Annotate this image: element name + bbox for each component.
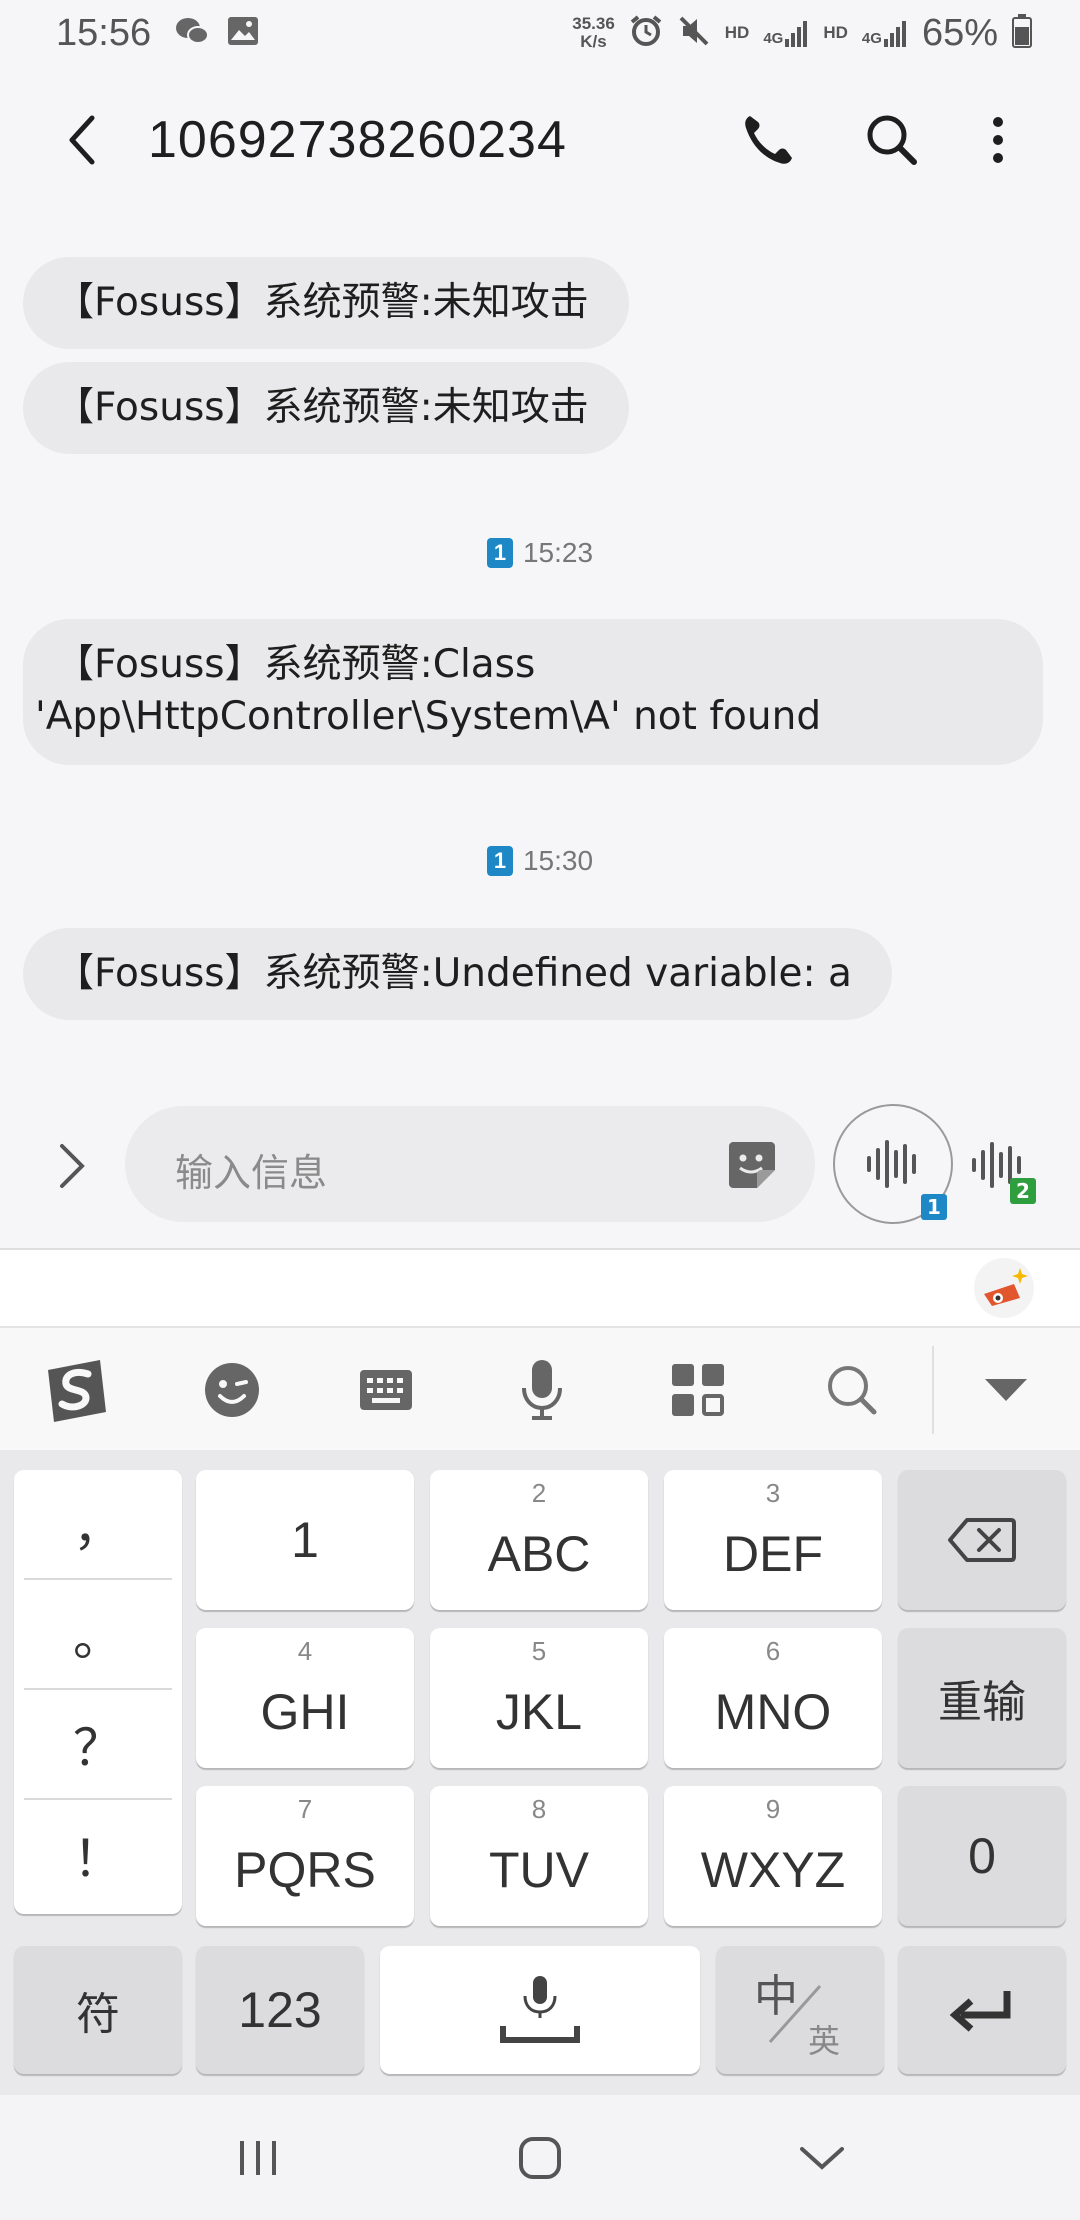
gallery-icon: [227, 16, 259, 50]
battery-icon: [1012, 13, 1032, 53]
signal-icon: 4G: [862, 19, 908, 47]
keyboard: ， 。 ？ ！ 1 2 ABC 3 DEF 4 GHI 5 JKL 6 MNO …: [0, 1450, 1080, 2095]
key-mno[interactable]: 6 MNO: [664, 1628, 882, 1768]
toolbar-divider: [932, 1346, 934, 1434]
space-key[interactable]: [380, 1946, 700, 2074]
message-input[interactable]: 输入信息: [125, 1106, 815, 1222]
numbers-key[interactable]: 123: [196, 1946, 364, 2074]
more-vertical-icon[interactable]: [968, 110, 1028, 170]
home-icon[interactable]: [510, 2133, 570, 2183]
signal-icon: 4G: [763, 19, 809, 47]
sticker-icon[interactable]: [725, 1138, 777, 1190]
candidate-strip: [0, 1250, 1080, 1326]
recent-apps-icon[interactable]: [228, 2133, 288, 2183]
sim2-badge: 2: [1010, 1178, 1036, 1204]
network-speed: 35.36 K/s: [572, 14, 615, 51]
sim1-hd: HD: [724, 23, 750, 42]
message-composer: 输入信息 1 2: [0, 1100, 1080, 1230]
collapse-icon[interactable]: [968, 1352, 1044, 1428]
status-bar: 15:56 35.36 K/s HD 4G HD 4G 65%: [0, 0, 1080, 66]
punctuation-column: ， 。 ？ ！: [14, 1470, 182, 1914]
mic-space-icon: [500, 1976, 580, 2043]
sogou-logo-icon[interactable]: [38, 1352, 114, 1428]
mascot-icon[interactable]: [974, 1258, 1034, 1318]
language-switch-key[interactable]: 中 英: [716, 1946, 884, 2074]
message-bubble[interactable]: 【Fosuss】系统预警:未知攻击: [23, 257, 629, 349]
key-tuv[interactable]: 8 TUV: [430, 1786, 648, 1926]
message-text: 【Fosuss】系统预警:未知攻击: [55, 280, 589, 325]
sim-badge: 1: [486, 538, 513, 568]
enter-key[interactable]: [898, 1946, 1066, 2074]
key-wxyz[interactable]: 9 WXYZ: [664, 1786, 882, 1926]
reset-key[interactable]: 重输: [898, 1628, 1066, 1768]
key-def[interactable]: 3 DEF: [664, 1470, 882, 1610]
message-text: 【Fosuss】系统预警:Class: [55, 642, 536, 687]
enter-icon: [949, 1991, 1011, 2032]
punct-key[interactable]: ，: [24, 1470, 172, 1580]
message-text: 【Fosuss】系统预警:未知攻击: [55, 385, 589, 430]
back-arrow-icon[interactable]: [58, 110, 108, 170]
key-0[interactable]: 0: [898, 1786, 1066, 1926]
keyboard-icon[interactable]: [348, 1352, 424, 1428]
expand-chevron-icon[interactable]: [52, 1138, 92, 1194]
emoji-icon[interactable]: [194, 1352, 270, 1428]
punct-key[interactable]: 。: [24, 1580, 172, 1690]
apps-grid-icon[interactable]: [660, 1352, 736, 1428]
keyboard-toolbar: [0, 1326, 1080, 1450]
wechat-icon: [175, 16, 210, 50]
message-text: 【Fosuss】系统预警:Undefined variable: a: [55, 951, 852, 996]
punct-key[interactable]: ！: [24, 1800, 172, 1910]
punct-key[interactable]: ？: [24, 1690, 172, 1800]
search-icon[interactable]: [862, 110, 922, 170]
language-slash-icon: [768, 1985, 822, 2043]
voice-input-sim1-button[interactable]: 1: [833, 1104, 953, 1224]
key-abc[interactable]: 2 ABC: [430, 1470, 648, 1610]
backspace-key[interactable]: [898, 1470, 1066, 1610]
phone-icon[interactable]: [738, 110, 798, 170]
alarm-icon: [629, 14, 663, 53]
status-time: 15:56: [56, 11, 152, 54]
key-1[interactable]: 1: [196, 1470, 414, 1610]
symbols-key[interactable]: 符: [14, 1946, 182, 2074]
message-text: 'App\HttpController\System\A' not found: [35, 694, 822, 739]
conversation-title: 10692738260234: [148, 111, 567, 169]
search-icon[interactable]: [814, 1352, 890, 1428]
battery-percent: 65%: [921, 11, 998, 54]
message-timestamp: 1 15:23: [0, 537, 1080, 569]
message-bubble[interactable]: 【Fosuss】系统预警:Class 'App\HttpController\S…: [23, 619, 1043, 765]
app-bar: 10692738260234: [0, 80, 1080, 200]
key-ghi[interactable]: 4 GHI: [196, 1628, 414, 1768]
message-timestamp: 1 15:30: [0, 845, 1080, 877]
mic-icon[interactable]: [504, 1352, 580, 1428]
sim1-badge: 1: [921, 1194, 947, 1220]
key-pqrs[interactable]: 7 PQRS: [196, 1786, 414, 1926]
voice-input-sim2-button[interactable]: 2: [960, 1124, 1040, 1204]
navigation-bar: [0, 2095, 1080, 2220]
mute-icon: [677, 14, 711, 53]
message-bubble[interactable]: 【Fosuss】系统预警:未知攻击: [23, 362, 629, 454]
input-placeholder: 输入信息: [175, 1151, 328, 1195]
sim-badge: 1: [486, 846, 513, 876]
key-jkl[interactable]: 5 JKL: [430, 1628, 648, 1768]
sim2-hd: HD: [823, 23, 848, 42]
message-bubble[interactable]: 【Fosuss】系统预警:Undefined variable: a: [23, 928, 892, 1020]
backspace-icon: [948, 1518, 1016, 1562]
back-chevron-icon[interactable]: [792, 2133, 852, 2183]
